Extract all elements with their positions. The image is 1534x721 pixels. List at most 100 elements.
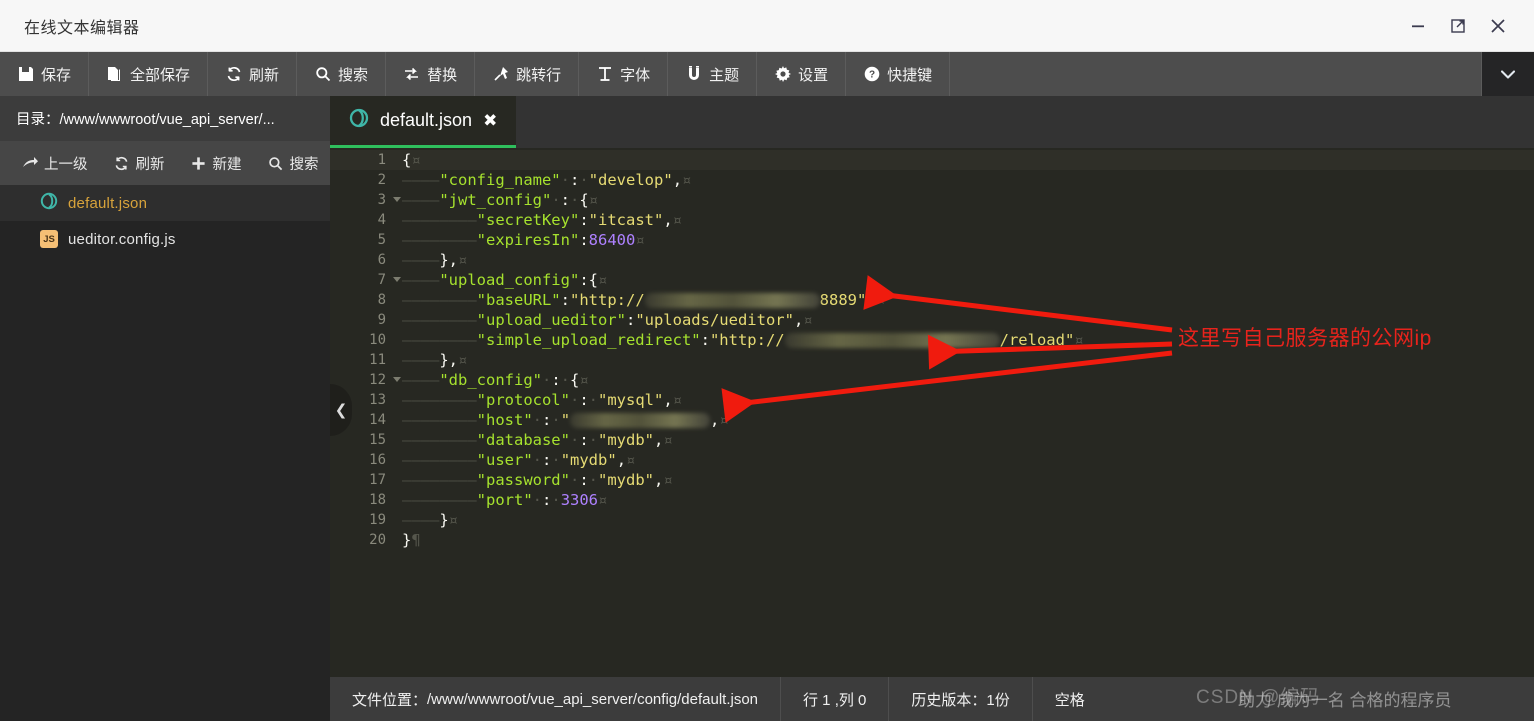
code-token: ¤ <box>588 191 599 209</box>
toolbar-save-button[interactable]: 保存 <box>0 52 90 96</box>
code-token: : <box>570 171 580 189</box>
code-token: "expiresIn" <box>476 231 580 249</box>
code-token: "simple_upload_redirect" <box>476 331 701 349</box>
file-list-item-ueditor-config-js[interactable]: JS ueditor.config.js <box>0 221 330 257</box>
code-token: , <box>654 471 664 489</box>
line-number: 16 <box>369 452 386 468</box>
refresh-icon <box>225 66 242 83</box>
code-line: ————————"secretKey":"itcast",¤ <box>392 210 1534 230</box>
close-icon[interactable]: ✖ <box>483 112 497 129</box>
line-number: 20 <box>369 532 386 548</box>
parent-directory-button[interactable]: 上一级 <box>12 153 98 174</box>
code-token: "db_config" <box>439 371 542 389</box>
toolbar-item-label: 跳转行 <box>516 66 562 84</box>
code-line: ————"config_name"·:·"develop",¤ <box>392 170 1534 190</box>
code-line: ————————"database"·:·"mydb",¤ <box>392 430 1534 450</box>
code-token: · <box>569 391 580 409</box>
toolbar-shortcuts-button[interactable]: ? 快捷键 <box>846 52 951 96</box>
code-token: ¤ <box>663 431 673 449</box>
code-token: "mydb" <box>560 451 617 469</box>
file-list: default.json JS ueditor.config.js <box>0 185 330 257</box>
code-token: : <box>551 371 561 389</box>
toolbar-refresh-button[interactable]: 刷新 <box>208 52 298 96</box>
code-line: ————}¤ <box>392 510 1534 530</box>
line-number: 2 <box>377 172 386 188</box>
toolbar-item-label: 刷新 <box>249 66 280 84</box>
code-token: ———— <box>402 511 440 529</box>
code-line: ————————"protocol"·:·"mysql",¤ <box>392 390 1534 410</box>
maximize-icon[interactable] <box>1438 0 1478 52</box>
code-token: , <box>663 391 673 409</box>
code-line: }¶ <box>392 530 1534 550</box>
code-token: ———————— <box>402 451 477 469</box>
code-token: · <box>551 491 561 509</box>
code-token: "host" <box>476 411 533 429</box>
code-token: "http:// <box>709 331 785 349</box>
editor-panel: default.json ✖ 1 2 3 4 5 6 7 8 9 10 11 12 13 14 15 16 17… <box>330 96 1534 721</box>
code-token: ¤ <box>458 251 468 269</box>
code-token: ———————— <box>402 471 477 489</box>
code-token: · <box>560 371 571 389</box>
code-token: { <box>579 191 589 209</box>
search-icon <box>268 155 284 171</box>
help-icon: ? <box>863 66 880 83</box>
code-token: "uploads/ueditor" <box>635 311 794 329</box>
code-token: ———————— <box>402 431 477 449</box>
redacted-text <box>570 413 711 428</box>
search-files-button[interactable]: 搜索 <box>258 153 329 174</box>
theme-icon <box>685 66 702 83</box>
line-number: 1 <box>330 150 401 170</box>
file-action-label: 上一级 <box>44 156 88 173</box>
code-token: ———— <box>402 271 440 289</box>
redacted-text <box>784 333 1000 348</box>
toolbar-item-label: 替换 <box>427 66 458 84</box>
code-token: ———————— <box>402 391 477 409</box>
toolbar-font-button[interactable]: 字体 <box>579 52 669 96</box>
code-area[interactable]: 1 2 3 4 5 6 7 8 9 10 11 12 13 14 15 16 17 18 19 20 {¤ ————"c… <box>330 148 1534 721</box>
new-file-button[interactable]: 新建 <box>181 153 252 174</box>
line-number: 7 <box>330 270 401 290</box>
close-icon[interactable] <box>1478 0 1518 52</box>
toolbar-search-button[interactable]: 搜索 <box>297 52 387 96</box>
toolbar-goto-line-button[interactable]: 跳转行 <box>475 52 580 96</box>
code-token: ———— <box>402 191 440 209</box>
code-token: }, <box>439 251 458 269</box>
code-token: ¤ <box>579 371 589 389</box>
code-token: 8889" <box>819 291 867 309</box>
toolbar-theme-button[interactable]: 主题 <box>668 52 758 96</box>
toolbar-save-all-button[interactable]: 全部保存 <box>89 52 209 96</box>
code-line: ————————"baseURL":"http:// 8889",¤ <box>392 290 1534 310</box>
tab-default-json[interactable]: default.json ✖ <box>330 96 517 148</box>
code-token: , <box>793 311 804 329</box>
code-token: : <box>579 211 589 229</box>
code-token: · <box>588 391 599 409</box>
app-window: 在线文本编辑器 保存 全部保存 刷新 搜索 替换 跳转行 字体 主题 设置 ? … <box>0 0 1534 721</box>
code-token: :{ <box>579 271 598 289</box>
chevron-down-icon[interactable] <box>1482 52 1534 96</box>
toolbar-item-label: 全部保存 <box>130 66 191 84</box>
arrow-up-level-icon <box>22 155 38 171</box>
code-token: ¤ <box>1074 331 1084 349</box>
code-token: ———————— <box>402 231 477 249</box>
line-number: 3 <box>330 190 401 210</box>
save-icon <box>17 66 34 83</box>
line-number: 10 <box>369 332 386 348</box>
line-number: 19 <box>369 512 386 528</box>
file-list-item-default-json[interactable]: default.json <box>0 185 330 221</box>
file-action-label: 刷新 <box>135 156 165 173</box>
file-name-label: default.json <box>68 194 148 212</box>
status-cursor-position: 行 1 ,列 0 <box>781 677 890 721</box>
code-token: ¤ <box>597 271 608 289</box>
minimize-icon[interactable] <box>1398 0 1438 52</box>
line-number: 5 <box>377 232 386 248</box>
toolbar-item-label: 字体 <box>620 66 651 84</box>
line-number: 6 <box>377 252 386 268</box>
js-file-icon: JS <box>40 230 58 248</box>
refresh-files-button[interactable]: 刷新 <box>104 153 175 174</box>
toolbar-settings-button[interactable]: 设置 <box>757 52 847 96</box>
toolbar-replace-button[interactable]: 替换 <box>386 52 476 96</box>
code-token: ———— <box>402 351 440 369</box>
code-token: : <box>700 331 710 349</box>
code-token: , <box>710 411 720 429</box>
code-content[interactable]: {¤ ————"config_name"·:·"develop",¤ ————"jw… <box>392 148 1534 721</box>
